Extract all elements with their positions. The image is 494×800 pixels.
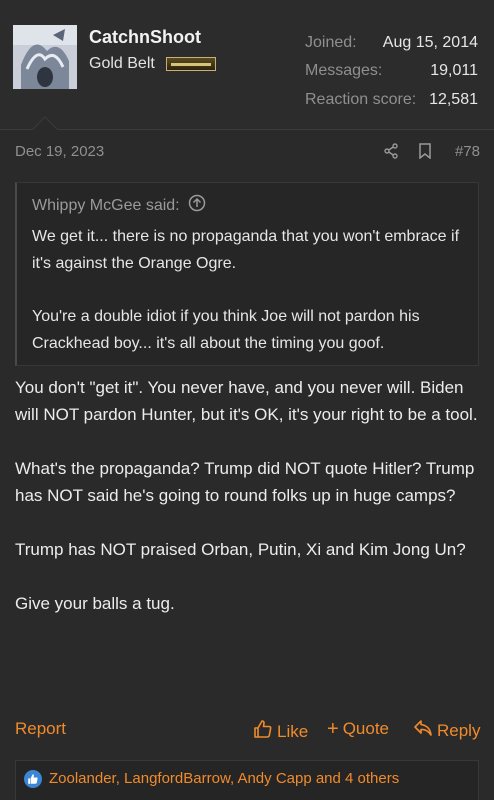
report-button[interactable]: Report (15, 719, 66, 739)
avatar[interactable] (13, 25, 77, 89)
quote-header[interactable]: Whippy McGee said: (32, 194, 206, 217)
message-paragraph: What's the propaganda? Trump did NOT quo… (15, 459, 475, 505)
message-paragraph: Give your balls a tug. (15, 594, 175, 613)
user-info-block: CatchnShoot Gold Belt Joined: Aug 15, 20… (0, 0, 494, 130)
bookmark-icon[interactable] (415, 141, 435, 161)
messages-value: 19,011 (430, 62, 478, 79)
arrow-up-circle-icon[interactable] (188, 194, 206, 217)
quote-paragraph: You're a double idiot if you think Joe w… (32, 308, 420, 352)
share-icon[interactable] (381, 141, 401, 161)
report-label: Report (15, 719, 67, 738)
quote-block: Whippy McGee said: We get it... there is… (15, 182, 479, 366)
post-date[interactable]: Dec 19, 2023 (15, 143, 104, 160)
joined-label: Joined: (305, 34, 357, 51)
like-button[interactable]: Like (253, 719, 308, 744)
reply-button[interactable]: Reply (413, 719, 480, 742)
reaction-users-link[interactable]: Zoolander, LangfordBarrow, Andy Capp and… (49, 770, 399, 787)
messages-label: Messages: (305, 62, 383, 79)
post-number[interactable]: #78 (455, 143, 480, 160)
thumbs-up-icon (253, 719, 273, 744)
message-paragraph: Trump has NOT praised Orban, Putin, Xi a… (15, 540, 466, 559)
like-label: Like (277, 721, 309, 741)
like-reaction-icon (24, 770, 42, 788)
quote-body: We get it... there is no propaganda that… (32, 223, 472, 383)
user-title: Gold Belt (89, 55, 155, 72)
quote-label: Quote (342, 719, 389, 738)
plus-icon: + (327, 718, 339, 740)
reply-arrow-icon (413, 719, 433, 742)
message-paragraph: You don't "get it". You never have, and … (15, 378, 478, 424)
quote-paragraph: We get it... there is no propaganda that… (32, 228, 460, 272)
username[interactable]: CatchnShoot (89, 27, 201, 48)
gold-belt-badge-icon (166, 57, 216, 71)
quote-author[interactable]: Whippy McGee said: (32, 197, 180, 215)
reaction-score-value: 12,581 (429, 91, 478, 108)
quote-button[interactable]: + Quote (327, 719, 389, 739)
joined-value: Aug 15, 2014 (382, 34, 478, 51)
reactions-bar[interactable]: Zoolander, LangfordBarrow, Andy Capp and… (15, 760, 479, 800)
post-message: You don't "get it". You never have, and … (15, 374, 485, 644)
reaction-score-label: Reaction score: (305, 91, 417, 108)
reply-label: Reply (437, 720, 481, 740)
